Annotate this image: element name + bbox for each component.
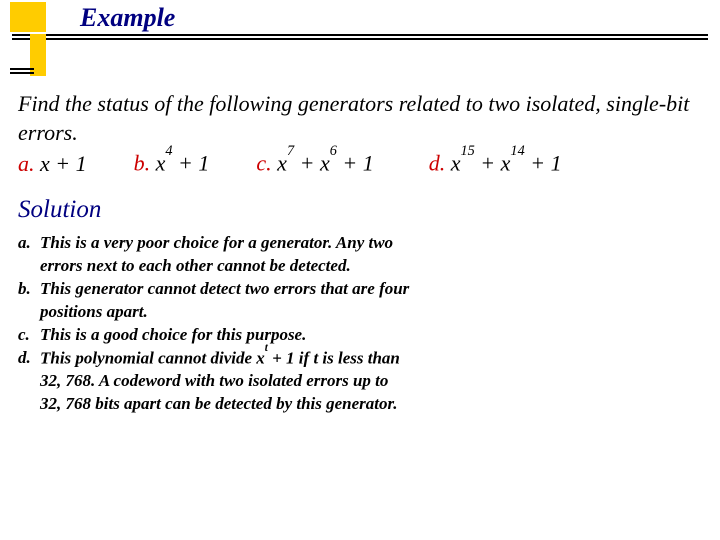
answer-text: positions apart. bbox=[40, 301, 702, 324]
exponent: 6 bbox=[330, 143, 337, 159]
answer-text: errors next to each other cannot be dete… bbox=[40, 255, 702, 278]
answer-label: b. bbox=[18, 278, 40, 301]
answer-label: a. bbox=[18, 232, 40, 255]
option-expr: x + 1 bbox=[40, 151, 87, 176]
answer-label: d. bbox=[18, 347, 40, 370]
option-b: b. x4 + 1 bbox=[134, 149, 210, 178]
option-label: a. bbox=[18, 151, 35, 176]
rule-line bbox=[10, 68, 34, 70]
answer-text: This polynomial cannot divide xt + 1 if … bbox=[40, 347, 702, 371]
rule-line bbox=[12, 34, 708, 36]
answer-text: This generator cannot detect two errors … bbox=[40, 278, 702, 301]
answer-d: d. This polynomial cannot divide xt + 1 … bbox=[18, 347, 702, 416]
answer-c: c. This is a good choice for this purpos… bbox=[18, 324, 702, 347]
answer-text: 32, 768. A codeword with two isolated er… bbox=[40, 370, 702, 393]
tail: + 1 bbox=[337, 151, 374, 176]
option-label: c. bbox=[256, 151, 271, 176]
option-d: d. x15 + x14 + 1 bbox=[429, 149, 562, 178]
answer-b: b. This generator cannot detect two erro… bbox=[18, 278, 702, 324]
option-c: c. x7 + x6 + 1 bbox=[256, 149, 373, 178]
exponent: t bbox=[265, 342, 268, 354]
answer-text: 32, 768 bits apart can be detected by th… bbox=[40, 393, 702, 416]
solution-list: a. This is a very poor choice for a gene… bbox=[18, 232, 702, 416]
option-a: a. x + 1 bbox=[18, 150, 87, 179]
mid: + x bbox=[294, 151, 330, 176]
tail: + 1 bbox=[525, 151, 562, 176]
exponent: 14 bbox=[510, 143, 524, 159]
rule-line bbox=[12, 38, 708, 40]
answer-text: This is a good choice for this purpose. bbox=[40, 324, 702, 347]
rule-line bbox=[10, 72, 34, 74]
exponent: 7 bbox=[287, 143, 294, 159]
solution-heading: Solution bbox=[18, 196, 702, 224]
question-options: a. x + 1 b. x4 + 1 c. x7 + x6 + 1 d. x15… bbox=[18, 149, 702, 178]
question-text: Find the status of the following generat… bbox=[18, 90, 702, 147]
option-label: b. bbox=[134, 151, 151, 176]
t: This polynomial cannot divide x bbox=[40, 348, 265, 367]
slide-title: Example bbox=[80, 3, 175, 33]
accent-block bbox=[10, 2, 46, 32]
slide-body: Find the status of the following generat… bbox=[18, 90, 702, 416]
answer-a: a. This is a very poor choice for a gene… bbox=[18, 232, 702, 278]
answer-text: This is a very poor choice for a generat… bbox=[40, 232, 702, 255]
var: x bbox=[277, 151, 287, 176]
mid: + x bbox=[475, 151, 511, 176]
var: x bbox=[156, 151, 166, 176]
t: + 1 if t is less than bbox=[268, 348, 400, 367]
exponent: 15 bbox=[461, 143, 475, 159]
tail: + 1 bbox=[173, 151, 210, 176]
exponent: 4 bbox=[165, 143, 172, 159]
var: x bbox=[451, 151, 461, 176]
answer-label: c. bbox=[18, 324, 40, 347]
option-label: d. bbox=[429, 151, 446, 176]
